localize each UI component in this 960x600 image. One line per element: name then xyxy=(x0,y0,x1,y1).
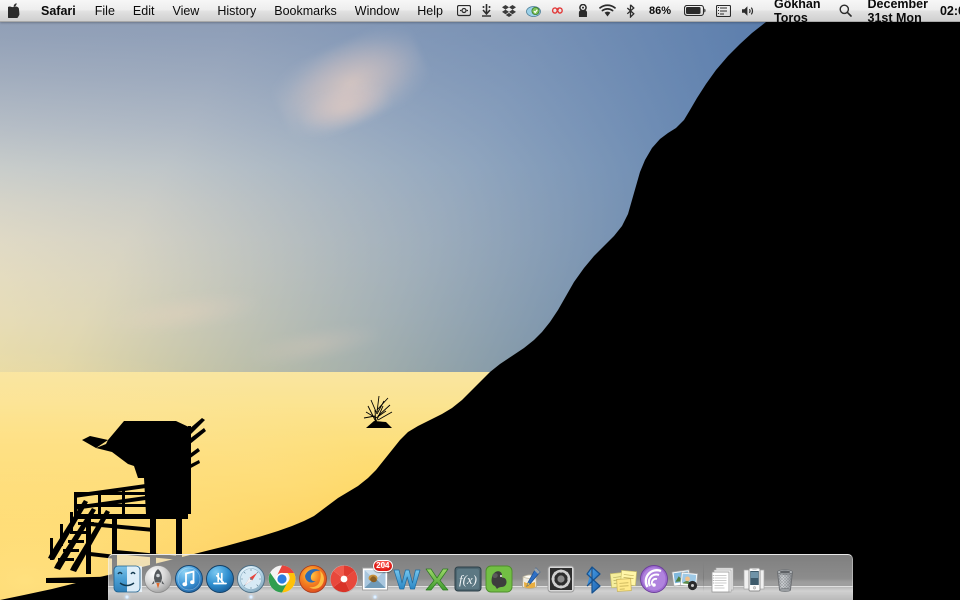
menu-bar-clock[interactable]: December 31st Mon 02:04:58am xyxy=(857,0,960,25)
infinity-icon[interactable] xyxy=(546,0,572,21)
menu-item-history[interactable]: History xyxy=(208,0,265,21)
itunes-icon xyxy=(174,565,203,593)
menu-item-bookmarks[interactable]: Bookmarks xyxy=(265,0,346,21)
iphoto-icon xyxy=(671,569,698,591)
dock-item-yandex-browser[interactable] xyxy=(329,562,359,594)
menu-item-file[interactable]: File xyxy=(86,0,124,21)
time-label: 02:04:58am xyxy=(939,3,960,18)
dock-item-stickies[interactable] xyxy=(608,562,638,594)
bittorrent-icon xyxy=(639,565,668,593)
menu-item-window[interactable]: Window xyxy=(346,0,408,21)
formula-icon: f(x) xyxy=(454,566,481,592)
paintbrush-icon xyxy=(521,567,540,589)
yandex-icon xyxy=(329,565,358,593)
dock-item-firefox[interactable] xyxy=(298,562,328,594)
battery-percent-label: 86% xyxy=(640,0,679,21)
spotlight-search-icon[interactable] xyxy=(834,0,857,21)
shrub-silhouette-icon xyxy=(324,507,358,539)
dropbox-icon[interactable] xyxy=(497,0,521,21)
running-indicator xyxy=(124,595,129,599)
app-store-icon xyxy=(205,565,234,593)
dock-item-launchpad[interactable] xyxy=(143,562,173,594)
dock-separator xyxy=(700,560,707,594)
bluetooth-app-icon xyxy=(585,566,601,594)
dock-item-evernote[interactable] xyxy=(484,562,514,594)
dock-item-paintbrush[interactable] xyxy=(515,562,545,594)
battery-icon[interactable] xyxy=(679,0,711,21)
apple-logo-icon xyxy=(8,3,20,18)
vpn-connection-icon[interactable] xyxy=(476,0,497,21)
system-preferences-icon xyxy=(547,565,574,593)
date-label: December 31st Mon xyxy=(867,0,928,25)
running-indicator xyxy=(248,595,253,599)
user-name-label: Gökhan Toros xyxy=(773,0,821,25)
volume-icon[interactable] xyxy=(736,0,761,21)
dock-item-bittorrent[interactable] xyxy=(639,562,669,594)
running-indicator xyxy=(372,595,377,599)
dock-item-downloads-stack[interactable] xyxy=(739,562,769,594)
dock-item-documents-stack[interactable] xyxy=(708,562,738,594)
excel-icon xyxy=(425,568,448,591)
trash-icon xyxy=(776,569,793,592)
svg-text:f(x): f(x) xyxy=(458,572,476,587)
dock-item-microsoft-excel[interactable] xyxy=(422,562,452,594)
dock-item-trash[interactable] xyxy=(770,562,800,594)
screen-sharing-icon[interactable] xyxy=(452,0,476,21)
shrub-silhouette-icon xyxy=(363,395,393,428)
menu-item-safari[interactable]: Safari xyxy=(31,0,86,21)
dock-item-formula-editor[interactable]: f(x) xyxy=(453,562,483,594)
evernote-icon xyxy=(485,565,512,593)
menu-bar-status-area: 86% Gökhan Toros December 31st Mon 02:04… xyxy=(452,0,960,25)
dock-items-container: 204 f(x) xyxy=(108,554,853,599)
dock[interactable]: 204 f(x) xyxy=(108,554,853,600)
menu-bar[interactable]: Safari File Edit View History Bookmarks … xyxy=(0,0,960,25)
cloud-sync-icon[interactable] xyxy=(521,0,546,21)
dock-item-mail[interactable]: 204 xyxy=(360,560,393,599)
dock-item-safari[interactable] xyxy=(236,562,266,599)
firefox-icon xyxy=(298,565,327,593)
wifi-icon[interactable] xyxy=(594,0,621,21)
dock-item-microsoft-word[interactable] xyxy=(391,562,421,594)
mail-unread-badge: 204 xyxy=(373,560,393,572)
dock-item-iphoto[interactable] xyxy=(670,562,700,594)
dock-item-bluetooth-app[interactable] xyxy=(577,562,607,594)
chrome-icon xyxy=(268,565,295,593)
dock-item-itunes[interactable] xyxy=(174,562,204,594)
battery-percent-text: 86% xyxy=(648,4,671,17)
bluetooth-icon[interactable] xyxy=(621,0,640,21)
menu-item-view[interactable]: View xyxy=(163,0,208,21)
word-icon xyxy=(393,569,420,590)
launchpad-icon xyxy=(143,565,172,593)
dock-item-system-preferences[interactable] xyxy=(546,562,576,594)
downloads-stack-icon xyxy=(743,567,764,592)
finder-icon xyxy=(113,565,142,593)
documents-stack-icon xyxy=(711,567,733,593)
menu-bar-left: Safari File Edit View History Bookmarks … xyxy=(0,0,452,21)
safari-icon xyxy=(236,565,265,593)
desktop-wallpaper[interactable] xyxy=(0,0,960,600)
menu-item-edit[interactable]: Edit xyxy=(124,0,164,21)
stickies-icon xyxy=(609,570,637,592)
dock-item-finder[interactable] xyxy=(112,562,142,599)
menu-item-help[interactable]: Help xyxy=(408,0,452,21)
dock-item-app-store[interactable] xyxy=(205,562,235,594)
dock-item-google-chrome[interactable] xyxy=(267,562,297,594)
input-source-icon[interactable] xyxy=(711,0,736,21)
user-menu[interactable]: Gökhan Toros xyxy=(761,0,834,25)
time-machine-icon[interactable] xyxy=(572,0,594,21)
apple-menu-icon[interactable] xyxy=(0,0,31,21)
